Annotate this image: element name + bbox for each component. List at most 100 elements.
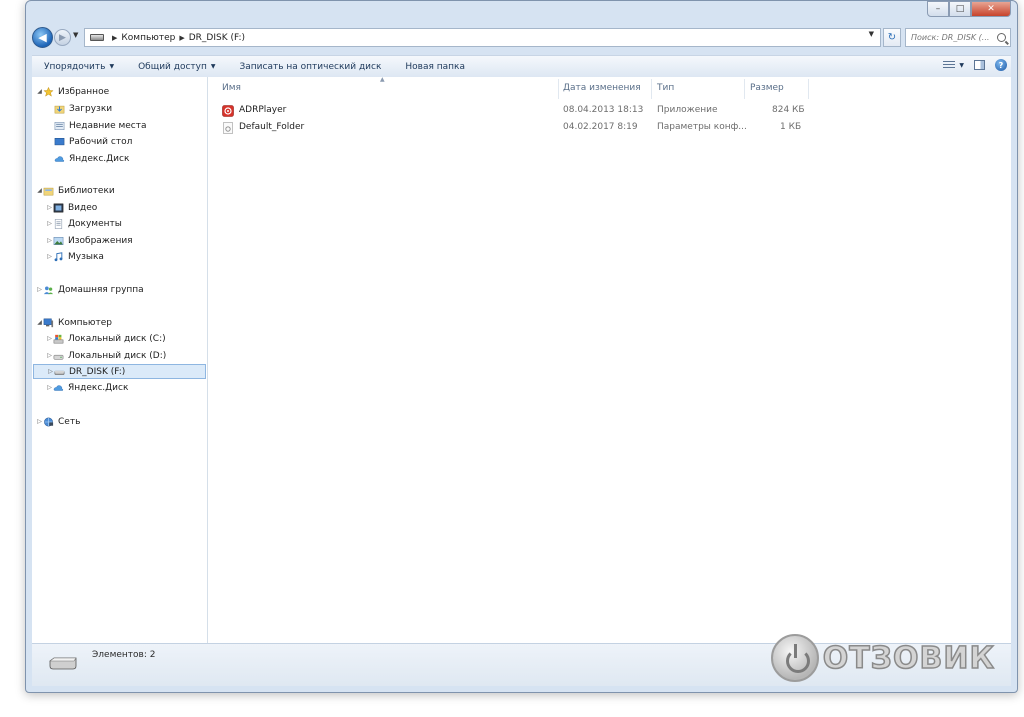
- forward-button[interactable]: ▶: [54, 29, 71, 46]
- nav-yandex-disk-favorites[interactable]: Яндекс.Диск: [54, 151, 207, 166]
- nav-images[interactable]: ▷ Изображения: [46, 233, 207, 248]
- column-divider: [808, 79, 809, 99]
- expanded-arrow-icon: ◢: [37, 88, 42, 95]
- burn-label: Записать на оптический диск: [239, 61, 382, 72]
- breadcrumb-computer[interactable]: Компьютер: [121, 33, 175, 43]
- watermark: ОТЗОВИК: [770, 634, 995, 682]
- column-date[interactable]: Дата изменения: [563, 83, 641, 93]
- table-row[interactable]: ADRPlayer 08.04.2013 18:13 Приложение 82…: [216, 103, 1011, 119]
- nav-downloads[interactable]: Загрузки: [54, 101, 207, 116]
- column-divider: [558, 79, 559, 99]
- nav-favorites[interactable]: ◢ Избранное: [36, 84, 207, 99]
- nav-label: Недавние места: [69, 120, 147, 131]
- help-icon[interactable]: ?: [995, 59, 1007, 71]
- nav-computer[interactable]: ◢ Компьютер: [36, 315, 207, 330]
- documents-icon: [54, 218, 63, 229]
- file-size: 824 КБ: [772, 105, 805, 115]
- column-divider: [651, 79, 652, 99]
- recent-pages-dropdown[interactable]: ▼: [73, 31, 78, 39]
- file-list: ▲ Имя Дата изменения Тип Размер ADRPlaye…: [208, 76, 1011, 644]
- recent-places-icon: [54, 121, 65, 130]
- nav-label: Компьютер: [58, 317, 112, 328]
- back-button[interactable]: ◀: [32, 27, 53, 48]
- nav-yandex-disk-computer[interactable]: ▷ Яндекс.Диск: [46, 380, 207, 395]
- nav-label: Изображения: [68, 235, 133, 246]
- collapsed-arrow-icon: ▷: [47, 253, 52, 260]
- downloads-folder-icon: [54, 105, 65, 113]
- sort-indicator-icon: ▲: [380, 76, 385, 83]
- chevron-down-icon: ▼: [210, 63, 216, 70]
- star-icon: [43, 86, 54, 97]
- nav-video[interactable]: ▷ Видео: [46, 200, 207, 215]
- file-date: 08.04.2013 18:13: [563, 105, 644, 115]
- nav-network[interactable]: ▷ Сеть: [36, 414, 207, 429]
- file-name: ADRPlayer: [239, 105, 287, 115]
- drive-icon: [90, 34, 104, 41]
- removable-drive-icon: [49, 657, 77, 670]
- new-folder-button[interactable]: Новая папка: [393, 62, 477, 72]
- search-icon: [997, 33, 1006, 42]
- share-button[interactable]: Общий доступ ▼: [126, 62, 227, 72]
- nav-label: Яндекс.Диск: [69, 153, 130, 164]
- computer-icon: [43, 318, 54, 327]
- arrow-right-icon: ▶: [59, 32, 66, 43]
- column-headers: ▲ Имя Дата изменения Тип Размер: [208, 76, 1011, 99]
- burn-button[interactable]: Записать на оптический диск: [228, 62, 394, 72]
- nav-dr-disk[interactable]: ▷ DR_DISK (F:): [33, 364, 206, 379]
- drive-icon: [53, 354, 64, 360]
- nav-documents[interactable]: ▷ Документы: [46, 216, 207, 231]
- organize-button[interactable]: Упорядочить ▼: [32, 62, 126, 72]
- nav-label: Яндекс.Диск: [68, 382, 129, 393]
- column-name[interactable]: Имя: [222, 83, 241, 93]
- minimize-button[interactable]: –: [927, 1, 949, 17]
- search-box[interactable]: [905, 28, 1011, 47]
- file-date: 04.02.2017 8:19: [563, 122, 638, 132]
- address-row: ◀ ▶ ▼ ▶ Компьютер ▶ DR_DISK (F:) ▼ ↻: [32, 27, 1011, 49]
- close-button[interactable]: ✕: [971, 1, 1011, 17]
- breadcrumb-dr-disk[interactable]: DR_DISK (F:): [189, 33, 245, 43]
- cloud-icon: [54, 155, 65, 162]
- refresh-icon: ↻: [887, 32, 897, 43]
- nav-label: Рабочий стол: [69, 136, 133, 147]
- nav-libraries[interactable]: ◢ Библиотеки: [36, 183, 207, 198]
- column-size[interactable]: Размер: [750, 83, 784, 93]
- preview-pane-icon[interactable]: [974, 60, 985, 70]
- config-file-icon: [223, 122, 233, 134]
- caption-buttons: – □ ✕: [927, 1, 1011, 17]
- maximize-button[interactable]: □: [949, 1, 971, 17]
- nav-label: Сеть: [58, 416, 81, 427]
- expanded-arrow-icon: ◢: [37, 187, 42, 194]
- file-name: Default_Folder: [239, 122, 305, 132]
- address-history-dropdown[interactable]: ▼: [869, 30, 874, 38]
- nav-disk-c[interactable]: ▷ Локальный диск (C:): [46, 331, 207, 346]
- column-divider: [744, 79, 745, 99]
- table-row[interactable]: Default_Folder 04.02.2017 8:19 Параметры…: [216, 120, 1011, 136]
- collapsed-arrow-icon: ▷: [47, 220, 52, 227]
- nav-label: Домашняя группа: [58, 284, 144, 295]
- address-bar[interactable]: ▶ Компьютер ▶ DR_DISK (F:) ▼: [84, 28, 881, 47]
- new-folder-label: Новая папка: [405, 61, 466, 72]
- collapsed-arrow-icon: ▷: [47, 237, 52, 244]
- navigation-pane: ◢ Избранное Загрузки Недавние места Рабо…: [32, 77, 208, 644]
- collapsed-arrow-icon: ▷: [37, 286, 42, 293]
- nav-recent[interactable]: Недавние места: [54, 118, 207, 133]
- nav-desktop[interactable]: Рабочий стол: [54, 134, 207, 149]
- application-icon: [222, 105, 234, 117]
- nav-homegroup[interactable]: ▷ Домашняя группа: [36, 282, 207, 297]
- removable-drive-icon: [54, 370, 65, 375]
- nav-label: Избранное: [58, 86, 110, 97]
- collapsed-arrow-icon: ▷: [47, 384, 52, 391]
- column-type[interactable]: Тип: [657, 83, 674, 93]
- nav-label: Библиотеки: [58, 185, 115, 196]
- nav-music[interactable]: ▷ Музыка: [46, 249, 207, 264]
- command-bar: Упорядочить ▼ Общий доступ ▼ Записать на о…: [32, 55, 1011, 78]
- network-icon: [44, 417, 54, 426]
- change-view-button[interactable]: ▼: [943, 60, 964, 70]
- nav-label: Документы: [68, 218, 122, 229]
- system-drive-icon: [53, 334, 64, 343]
- nav-label: Локальный диск (D:): [68, 350, 167, 361]
- nav-disk-d[interactable]: ▷ Локальный диск (D:): [46, 348, 207, 363]
- refresh-button[interactable]: ↻: [883, 28, 901, 47]
- collapsed-arrow-icon: ▷: [47, 335, 52, 342]
- search-input[interactable]: [911, 33, 989, 42]
